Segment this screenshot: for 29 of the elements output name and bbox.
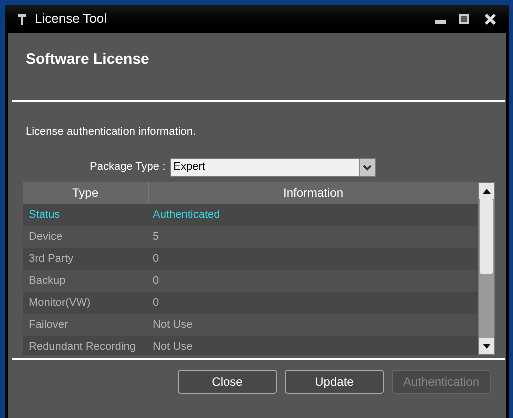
- description-text: License authentication information.: [26, 126, 196, 138]
- scroll-down-icon[interactable]: [482, 344, 490, 348]
- maximize-button[interactable]: [457, 12, 471, 26]
- dialog-button[interactable]: Update: [285, 370, 384, 394]
- package-type-dropdown[interactable]: Expert: [170, 158, 376, 177]
- table-cell-text: Not Use: [152, 340, 194, 355]
- column-header: Information: [282, 185, 345, 202]
- table-cell-text: 0: [152, 274, 160, 289]
- table-cell-text: 3rd Party: [28, 252, 75, 267]
- table-cell-text: Backup: [28, 274, 67, 289]
- table-cell-text: Failover: [28, 318, 70, 333]
- window-title: License Tool: [35, 10, 108, 28]
- table-cell-text: Not Use: [152, 318, 194, 333]
- package-type-label: Package Type :: [90, 160, 166, 176]
- header-title: Software License: [26, 51, 150, 68]
- table-cell-text: Monitor(VW): [28, 296, 92, 311]
- chevron-down-icon: [362, 164, 372, 170]
- table-cell-text: 0: [152, 296, 160, 311]
- table-cell-text: Status: [28, 208, 62, 223]
- table-cell-text: 0: [152, 252, 160, 267]
- scrollbar-thumb[interactable]: [480, 199, 493, 274]
- table-cell-text: Device: [28, 230, 64, 245]
- table-cell-text: Authenticated: [152, 208, 222, 223]
- dialog-button[interactable]: Close: [178, 370, 277, 394]
- table-cell-text: 5: [152, 230, 160, 245]
- scroll-up-icon[interactable]: [482, 188, 490, 194]
- close-button[interactable]: [483, 12, 497, 26]
- table-cell-text: Redundant Recording: [28, 340, 138, 355]
- app-icon: [17, 12, 27, 26]
